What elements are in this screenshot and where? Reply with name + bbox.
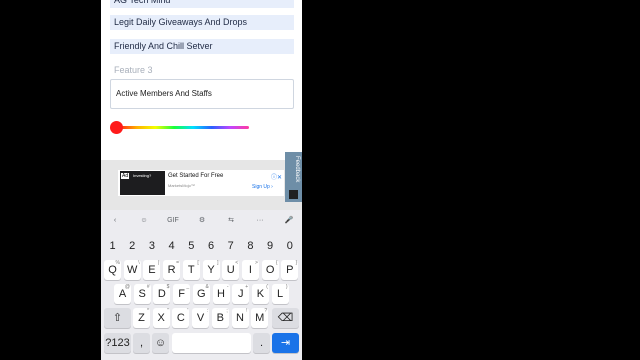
emoji-key[interactable]: ☺ [152,333,169,353]
feature-3-label: Feature 3 [114,65,153,75]
more-icon[interactable]: ··· [253,215,267,227]
keyboard-toolbar: ‹ ☺ GIF ⚙ ⇆ ··· 🎤 [101,210,302,232]
feedback-tab[interactable]: Feedback [285,152,302,202]
gif-icon[interactable]: GIF [166,215,180,227]
feature-3-input[interactable]: Active Members And Staffs [110,79,294,109]
ad-headline[interactable]: Get Started For Free [168,173,223,179]
key-6[interactable]: 6 [203,236,220,256]
backspace-key[interactable]: ⌫ [272,308,299,328]
key-y[interactable]: Y] [202,260,220,280]
key-h[interactable]: H- [212,284,230,304]
key-7[interactable]: 7 [222,236,239,256]
key-r[interactable]: R = [163,260,181,280]
key-x[interactable]: X " [152,308,170,328]
key-p[interactable]: P} [281,260,299,280]
key-w[interactable]: W \ [123,260,141,280]
microphone-icon[interactable]: 🎤 [282,215,296,227]
symbols-key[interactable]: ?123 [104,333,131,353]
shift-key[interactable]: ⇧ [104,308,131,328]
ad-image-text: Investing? [133,173,152,178]
feature-chip-top[interactable]: AG Tech Mind [110,0,294,8]
ad-signup-button[interactable]: Sign Up › [252,184,273,190]
feature-chip-friendly[interactable]: Friendly And Chill Setver [110,39,294,54]
back-icon[interactable]: ‹ [108,215,122,227]
ad-area: Ad Investing? Get Started For Free Marke… [101,160,302,210]
key-l[interactable]: L) [271,284,289,304]
key-i[interactable]: I > [241,260,259,280]
key-a[interactable]: A @ [114,284,131,304]
key-z[interactable]: Z * [133,308,150,328]
key-v[interactable]: V: [192,308,210,328]
key-g[interactable]: G & [192,284,210,304]
key-o[interactable]: O{ [261,260,279,280]
key-8[interactable]: 8 [242,236,259,256]
key-b[interactable]: B; [211,308,229,328]
color-slider[interactable] [110,120,250,134]
comma-key[interactable]: , [133,333,150,353]
key-d[interactable]: D $ [153,284,171,304]
key-k[interactable]: K( [251,284,269,304]
key-s[interactable]: S # [133,284,151,304]
settings-icon[interactable]: ⚙ [195,215,209,227]
key-2[interactable]: 2 [124,236,141,256]
key-m[interactable]: M? [251,308,269,328]
ad-banner[interactable]: Ad Investing? Get Started For Free Marke… [118,170,284,196]
phone-screen: AG Tech Mind Legit Daily Giveaways And D… [101,0,302,360]
key-e[interactable]: E | [143,260,161,280]
translate-icon[interactable]: ⇆ [224,215,238,227]
enter-key[interactable]: ⇥ [272,333,299,353]
feedback-label: Feedback [294,156,300,183]
space-key[interactable] [172,333,251,353]
key-0[interactable]: 0 [281,236,298,256]
ad-advertiser: MarketsMojo™ [168,183,195,188]
key-9[interactable]: 9 [262,236,279,256]
feature-chip-giveaways[interactable]: Legit Daily Giveaways And Drops [110,15,294,30]
key-q[interactable]: Q% [104,260,121,280]
key-c[interactable]: C ' [172,308,190,328]
key-3[interactable]: 3 [143,236,160,256]
key-4[interactable]: 4 [163,236,180,256]
keyboard: ‹ ☺ GIF ⚙ ⇆ ··· 🎤 1 2 3 4 5 6 7 8 9 0 Q% W \ E | R = T[Y] U < I > O{… [101,210,302,360]
feedback-icon [289,190,298,199]
key-u[interactable]: U < [222,260,240,280]
key-t[interactable]: T[ [182,260,200,280]
key-1[interactable]: 1 [104,236,121,256]
key-f[interactable]: F _ [173,284,191,304]
ad-image: Ad Investing? [120,171,165,195]
period-key[interactable]: . [253,333,270,353]
color-slider-thumb[interactable] [110,121,123,134]
sticker-icon[interactable]: ☺ [137,215,151,227]
color-slider-track[interactable] [118,126,249,129]
key-j[interactable]: J + [232,284,250,304]
key-n[interactable]: N! [231,308,249,328]
key-5[interactable]: 5 [183,236,200,256]
ad-choices-icon[interactable]: ⓘ✕ [271,172,282,181]
ad-badge: Ad [121,173,130,179]
